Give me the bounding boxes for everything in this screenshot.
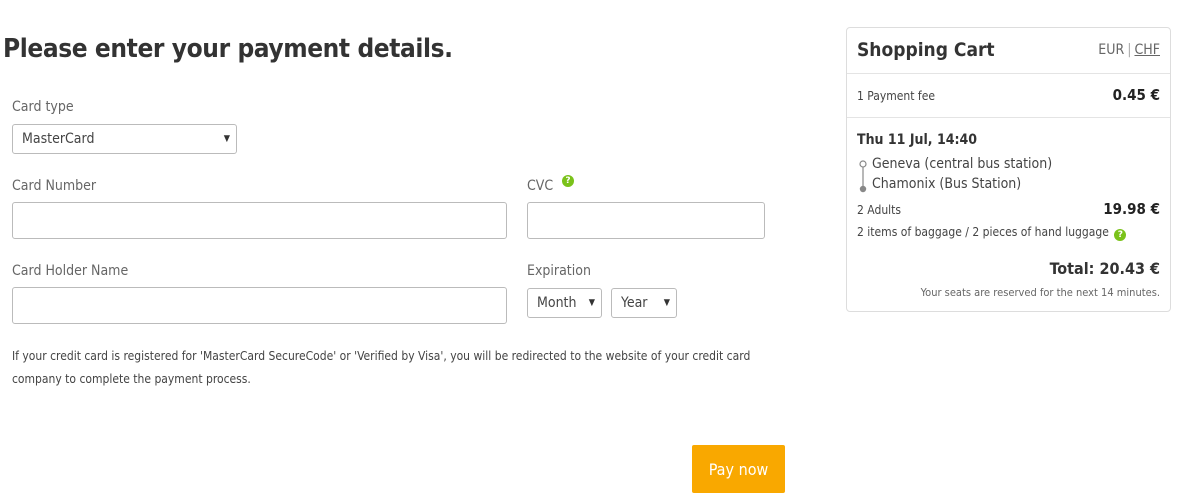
pay-now-button[interactable]: Pay now — [692, 445, 785, 493]
card-type-label: Card type — [12, 99, 74, 115]
card-number-input[interactable] — [12, 202, 507, 239]
cart-total: Total: 20.43 € — [1049, 259, 1160, 278]
reservation-note: Your seats are reserved for the next 14 … — [920, 286, 1160, 299]
cart-header: Shopping Cart EUR | CHF — [847, 28, 1170, 74]
card-number-label: Card Number — [12, 178, 97, 194]
route-to: Chamonix (Bus Station) — [872, 176, 1022, 192]
cart-title: Shopping Cart — [857, 39, 995, 61]
card-type-select[interactable]: MasterCard ▼ — [12, 124, 237, 154]
payment-fee-value: 0.45 € — [1112, 86, 1160, 104]
shopping-cart: Shopping Cart EUR | CHF 1 Payment fee 0.45… — [846, 27, 1171, 312]
payment-fee-row: 1 Payment fee 0.45 € — [847, 73, 1170, 118]
page-title: Please enter your payment details. — [3, 34, 453, 64]
dropdown-arrow-icon: ▼ — [223, 134, 230, 144]
card-type-value: MasterCard — [22, 131, 95, 147]
secure-code-note: If your credit card is registered for 'M… — [12, 349, 751, 386]
expiration-month-select[interactable]: Month ▼ — [527, 288, 602, 318]
dropdown-arrow-icon: ▼ — [663, 298, 670, 308]
cvc-label: CVC — [527, 178, 554, 194]
route-from: Geneva (central bus station) — [872, 156, 1053, 172]
baggage-help-icon[interactable]: ? — [1114, 229, 1127, 241]
card-holder-input[interactable] — [12, 287, 507, 324]
currency-chf[interactable]: CHF — [1134, 42, 1160, 58]
passengers-price: 19.98 € — [1103, 200, 1160, 218]
baggage-label: 2 items of baggage / 2 pieces of hand lu… — [857, 225, 1109, 239]
route-line-icon — [859, 160, 867, 193]
currency-separator: | — [1127, 42, 1132, 58]
year-value: Year — [621, 295, 648, 311]
currency-switcher: EUR | CHF — [1098, 42, 1160, 58]
baggage-info: 2 items of baggage / 2 pieces of hand lu… — [857, 225, 1127, 241]
card-holder-label: Card Holder Name — [12, 263, 129, 279]
expiration-year-select[interactable]: Year ▼ — [611, 288, 677, 318]
payment-fee-label: 1 Payment fee — [857, 89, 936, 103]
cvc-help-icon[interactable]: ? — [562, 175, 574, 187]
dropdown-arrow-icon: ▼ — [588, 298, 595, 308]
trip-date: Thu 11 Jul, 14:40 — [857, 132, 978, 148]
currency-eur[interactable]: EUR — [1098, 42, 1124, 58]
expiration-label: Expiration — [527, 263, 591, 279]
cvc-input[interactable] — [527, 202, 765, 239]
month-value: Month — [537, 295, 577, 311]
passengers-label: 2 Adults — [857, 203, 902, 217]
